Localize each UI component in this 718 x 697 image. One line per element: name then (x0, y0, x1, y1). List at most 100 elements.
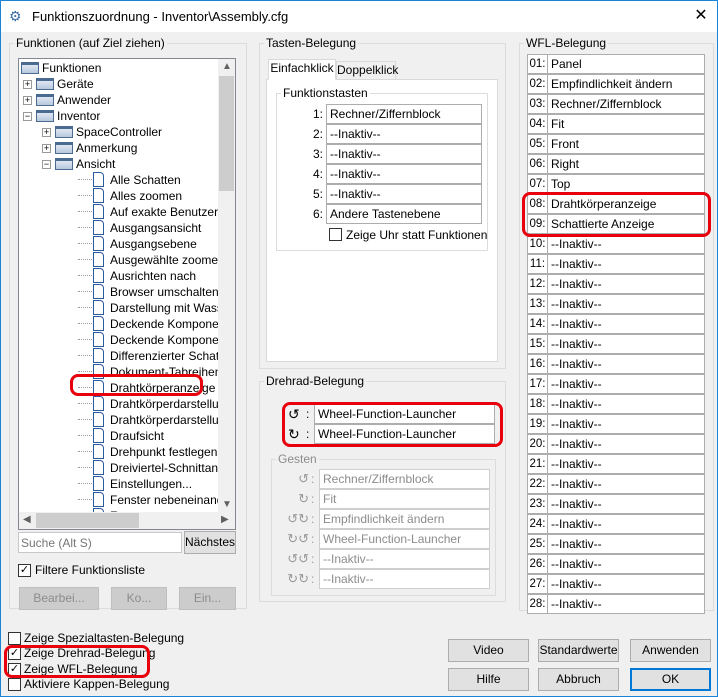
key-assignment-field[interactable]: Andere Tastenebene (326, 204, 482, 224)
wfl-slot-number: 06: (527, 154, 548, 174)
scroll-right-icon[interactable]: ▶ (221, 514, 229, 525)
expand-toggle-icon[interactable]: − (23, 112, 32, 121)
tree-item[interactable]: Deckende Komponenten A (78, 316, 235, 332)
wfl-assignment-field[interactable]: --Inaktiv-- (547, 414, 705, 434)
scroll-up-icon[interactable]: ▲ (222, 61, 232, 72)
wfl-assignment-field[interactable]: --Inaktiv-- (547, 374, 705, 394)
hscroll-thumb[interactable] (36, 513, 139, 528)
tree-item[interactable]: − Ansicht (42, 156, 115, 172)
ok-button[interactable]: OK (630, 668, 711, 691)
wfl-assignment-field[interactable]: --Inaktiv-- (547, 534, 705, 554)
filter-checkbox[interactable]: ✓ (18, 564, 31, 577)
wfl-assignment-field[interactable]: --Inaktiv-- (547, 434, 705, 454)
tree-item[interactable]: Alles zoomen (78, 188, 182, 204)
gesture-assignment-field[interactable]: --Inaktiv-- (319, 549, 490, 569)
tree-item[interactable]: Einstellungen... (78, 476, 192, 492)
wfl-assignment-field[interactable]: --Inaktiv-- (547, 354, 705, 374)
edit-button[interactable]: Bearbei... (19, 587, 99, 610)
option-checkbox[interactable] (8, 632, 21, 645)
tree-item[interactable]: Dreiviertel-Schnittansicht (78, 460, 235, 476)
search-input[interactable] (18, 532, 182, 553)
copy-button[interactable]: Ko... (111, 587, 167, 610)
wfl-assignment-field[interactable]: Front (547, 134, 705, 154)
tree-item[interactable]: Alle Schatten (78, 172, 181, 188)
wfl-assignment-field[interactable]: --Inaktiv-- (547, 234, 705, 254)
wfl-assignment-field[interactable]: --Inaktiv-- (547, 294, 705, 314)
video-button[interactable]: Video (448, 639, 529, 662)
wfl-assignment-field[interactable]: --Inaktiv-- (547, 274, 705, 294)
tree-item[interactable]: Drahtkörperdarstellung nur (78, 412, 235, 428)
gesture-assignment-field[interactable]: Wheel-Function-Launcher (319, 529, 490, 549)
tree-item[interactable]: + Geräte (23, 76, 94, 92)
insert-button[interactable]: Ein... (179, 587, 236, 610)
tree-item[interactable]: Ausgangsebene (78, 236, 197, 252)
tree-item[interactable]: Differenzierter Schatten (78, 348, 235, 364)
wfl-assignment-field[interactable]: --Inaktiv-- (547, 554, 705, 574)
wfl-assignment-field[interactable]: --Inaktiv-- (547, 474, 705, 494)
tab-double-click[interactable]: Doppelklick (336, 61, 398, 80)
key-assignment-field[interactable]: --Inaktiv-- (326, 124, 482, 144)
tab-single-click[interactable]: Einfachklick (268, 59, 336, 80)
tree-item[interactable]: + Anmerkung (42, 140, 137, 156)
wfl-assignment-field[interactable]: --Inaktiv-- (547, 254, 705, 274)
horizontal-scrollbar[interactable]: ◀ ▶ (19, 512, 235, 529)
gesture-assignment-field[interactable]: Fit (319, 489, 490, 509)
tree-item[interactable]: Ausrichten nach (78, 268, 196, 284)
tree-item[interactable]: Fenster nebeneinander (78, 492, 234, 508)
scroll-down-icon[interactable]: ▼ (222, 499, 232, 510)
wfl-assignment-field[interactable]: Top (547, 174, 705, 194)
cancel-button[interactable]: Abbruch (538, 668, 619, 691)
tree-item[interactable]: Drehpunkt festlegen (78, 444, 217, 460)
gesture-assignment-field[interactable]: --Inaktiv-- (319, 569, 490, 589)
key-assignment-field[interactable]: --Inaktiv-- (326, 184, 482, 204)
help-button[interactable]: Hilfe (448, 668, 529, 691)
expand-toggle-icon[interactable]: + (42, 128, 51, 137)
wfl-assignment-field[interactable]: --Inaktiv-- (547, 334, 705, 354)
apply-button[interactable]: Anwenden (630, 639, 711, 662)
tree-item[interactable]: Ausgangsansicht (78, 220, 201, 236)
key-assignment-field[interactable]: --Inaktiv-- (326, 144, 482, 164)
wfl-assignment-field[interactable]: --Inaktiv-- (547, 574, 705, 594)
wfl-assignment-field[interactable]: Panel (547, 54, 705, 74)
tree-item[interactable]: Drahtkörperdarstellung mit (78, 396, 235, 412)
colon: : (311, 532, 315, 546)
tree-item[interactable]: Darstellung mit Wasserfarben (78, 300, 235, 316)
tree-item[interactable]: Funktionen (21, 60, 101, 76)
wfl-assignment-field[interactable]: Empfindlichkeit ändern (547, 74, 705, 94)
expand-toggle-icon[interactable]: − (42, 160, 51, 169)
wfl-assignment-field[interactable]: Rechner/Ziffernblock (547, 94, 705, 114)
next-button[interactable]: Nächstes (184, 531, 236, 554)
wfl-assignment-field[interactable]: --Inaktiv-- (547, 494, 705, 514)
function-tree[interactable]: Funktionen + Geräte + Anwender − Inventor + Spac… (18, 58, 236, 530)
key-assignment-field[interactable]: Rechner/Ziffernblock (326, 104, 482, 124)
close-button[interactable]: ✕ (689, 5, 713, 27)
wfl-assignment-field[interactable]: --Inaktiv-- (547, 314, 705, 334)
wfl-assignment-field[interactable]: Fit (547, 114, 705, 134)
wfl-assignment-field[interactable]: --Inaktiv-- (547, 454, 705, 474)
key-assignment-field[interactable]: --Inaktiv-- (326, 164, 482, 184)
tree-item[interactable]: Ausgewählte zoomen (78, 252, 225, 268)
wfl-assignment-field[interactable]: --Inaktiv-- (547, 594, 705, 614)
tree-item[interactable]: + SpaceController (42, 124, 162, 140)
tree-item[interactable]: − Inventor (23, 108, 100, 124)
scroll-thumb[interactable] (219, 76, 234, 191)
clock-checkbox[interactable] (329, 228, 342, 241)
expand-toggle-icon[interactable]: + (42, 144, 51, 153)
wfl-assignment-field[interactable]: Right (547, 154, 705, 174)
vertical-scrollbar[interactable]: ▲ ▼ (218, 59, 235, 514)
expand-toggle-icon[interactable]: + (23, 96, 32, 105)
option-checkbox[interactable] (8, 677, 21, 691)
tree-item[interactable]: Auf exakte Benutzeroberfläche (78, 204, 235, 220)
tree-item[interactable]: Draufsicht (78, 428, 164, 444)
scroll-left-icon[interactable]: ◀ (23, 514, 31, 525)
wfl-slot-number: 20: (527, 434, 548, 454)
gesture-assignment-field[interactable]: Rechner/Ziffernblock (319, 469, 490, 489)
gesture-assignment-field[interactable]: Empfindlichkeit ändern (319, 509, 490, 529)
tree-item[interactable]: + Anwender (23, 92, 111, 108)
wfl-assignment-field[interactable]: --Inaktiv-- (547, 394, 705, 414)
expand-toggle-icon[interactable]: + (23, 80, 32, 89)
wfl-assignment-field[interactable]: --Inaktiv-- (547, 514, 705, 534)
defaults-button[interactable]: Standardwerte (538, 639, 619, 662)
tree-item[interactable]: Deckende Komponenten B (78, 332, 235, 348)
tree-item[interactable]: Browser umschalten (78, 284, 219, 300)
